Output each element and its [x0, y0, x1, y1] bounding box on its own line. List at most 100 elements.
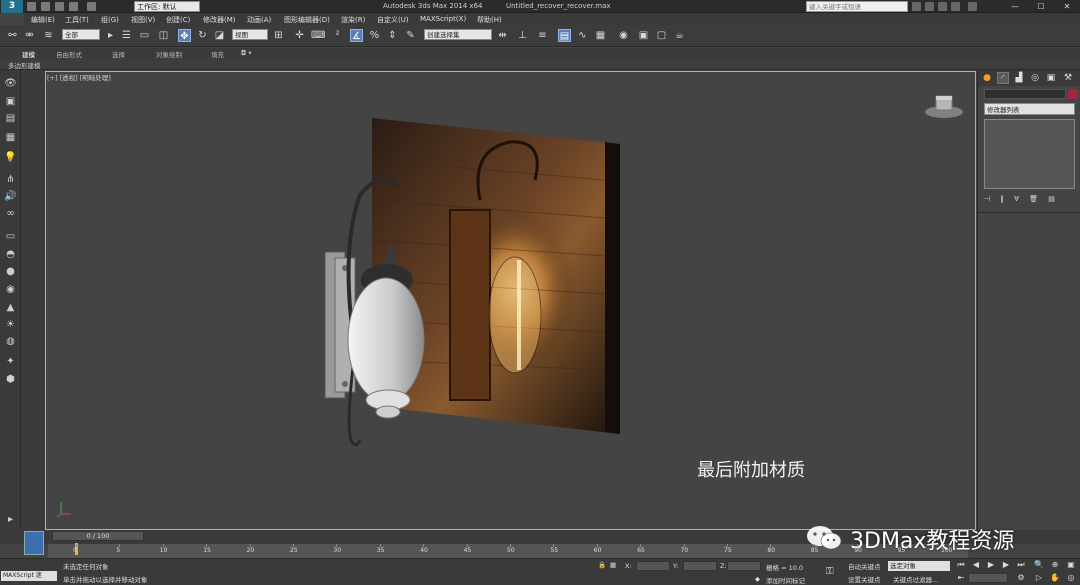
mirror-icon[interactable]: ⇹ — [496, 29, 509, 42]
named-selection-select[interactable]: 创建选择集 — [424, 29, 492, 40]
z-coord-field[interactable] — [727, 561, 761, 571]
set-key-button[interactable]: 设置关键点 — [848, 574, 881, 584]
viewcube-icon[interactable] — [924, 92, 964, 120]
help-search-input[interactable]: 键入关键字或短语 — [806, 1, 908, 12]
container-icon[interactable]: ▣ — [4, 96, 17, 107]
modifier-stack[interactable] — [984, 119, 1075, 189]
menu-create[interactable]: 创建(C) — [166, 15, 190, 25]
show-end-result-icon[interactable]: ‖ — [1000, 195, 1008, 203]
auto-key-button[interactable]: 自动关键点 — [848, 561, 881, 571]
sound-icon[interactable]: 🔊 — [4, 191, 17, 202]
modifier-list-select[interactable]: 修改器列表 — [984, 103, 1075, 115]
menu-graph-editors[interactable]: 图形编辑器(D) — [284, 15, 330, 25]
eye-icon[interactable]: 👁 — [4, 78, 17, 89]
window-crossing-icon[interactable]: ◫ — [157, 29, 170, 42]
link-icon[interactable]: ⚯ — [6, 29, 19, 42]
lock-selection-icon[interactable]: 🔒 — [598, 561, 606, 569]
select-move-icon[interactable]: ✥ — [178, 29, 191, 42]
box-icon[interactable]: ▭ — [4, 231, 17, 242]
render-setup-icon[interactable]: ▣ — [637, 29, 650, 42]
menu-animation[interactable]: 动画(A) — [247, 15, 271, 25]
key-mode-select[interactable]: 选定对象 — [888, 561, 950, 571]
menu-rendering[interactable]: 渲染(R) — [341, 15, 365, 25]
x-coord-field[interactable] — [636, 561, 670, 571]
grid-icon[interactable]: ▦ — [4, 132, 17, 143]
graphite-toggle-icon[interactable]: ▤ — [558, 29, 571, 42]
pivot-center-icon[interactable]: ⊞ — [272, 29, 285, 42]
app-logo-icon[interactable]: 3 — [1, 0, 23, 13]
sphere-icon[interactable]: ● — [4, 266, 17, 277]
hierarchy-tab-icon[interactable]: ▟ — [1013, 72, 1025, 84]
select-object-icon[interactable]: ▸ — [104, 29, 117, 42]
expand-icon[interactable]: ▸ — [4, 514, 17, 525]
minimize-button[interactable]: — — [1002, 0, 1028, 13]
eye-shape-icon[interactable]: ◉ — [4, 284, 17, 295]
pan-view-icon[interactable]: ✋ — [1050, 573, 1060, 583]
time-slider[interactable]: 0 / 100 — [52, 531, 144, 541]
selection-filter-select[interactable]: 全部 — [62, 29, 100, 40]
orbit-icon[interactable]: ◎ — [1066, 573, 1076, 583]
list-icon[interactable]: ▤ — [4, 113, 17, 124]
align-icon[interactable]: ⊥ — [516, 29, 529, 42]
open-file-icon[interactable] — [41, 2, 50, 11]
time-config-icon[interactable]: ⚙ — [1016, 573, 1026, 583]
key-filters-button[interactable]: 关键点过滤器... — [893, 574, 938, 584]
go-to-start-icon[interactable]: ⏮ — [956, 560, 966, 570]
motion-tab-icon[interactable]: ◎ — [1029, 72, 1041, 84]
configure-sets-icon[interactable]: ▤ — [1048, 195, 1059, 203]
schematic-view-icon[interactable]: ▦ — [594, 29, 607, 42]
select-scale-icon[interactable]: ◪ — [213, 29, 226, 42]
key-mode-icon[interactable]: ⇤ — [956, 573, 966, 583]
menu-help[interactable]: 帮助(H) — [477, 15, 502, 25]
zoom-all-icon[interactable]: ⊕ — [1050, 560, 1060, 570]
field-of-view-icon[interactable]: ▷ — [1034, 573, 1044, 583]
set-key-icon[interactable]: ⚿ — [826, 566, 834, 577]
display-tab-icon[interactable]: ▣ — [1045, 72, 1057, 84]
zoom-extents-icon[interactable]: ▣ — [1066, 560, 1076, 570]
undo-icon[interactable] — [69, 2, 78, 11]
create-tab-icon[interactable]: ● — [981, 72, 993, 84]
modify-tab-icon[interactable]: ◜ — [997, 72, 1009, 84]
make-unique-icon[interactable]: ∀ — [1014, 195, 1023, 203]
filter-icon[interactable]: ⋔ — [4, 174, 17, 185]
y-coord-field[interactable] — [683, 561, 717, 571]
help-icon[interactable] — [968, 2, 977, 11]
zoom-icon[interactable]: 🔍 — [1034, 560, 1044, 570]
next-frame-icon[interactable]: ▶ — [1001, 560, 1011, 570]
previous-frame-icon[interactable]: ◀ — [971, 560, 981, 570]
menu-maxscript[interactable]: MAXScript(X) — [420, 15, 466, 23]
dome-icon[interactable]: ◓ — [4, 249, 17, 260]
ribbon-options-icon[interactable]: ◘ ▾ — [241, 49, 251, 57]
menu-customize[interactable]: 自定义(U) — [377, 15, 409, 25]
edit-named-selection-icon[interactable]: ✎ — [404, 29, 417, 42]
favorites-icon[interactable] — [951, 2, 960, 11]
communication-icon[interactable] — [938, 2, 947, 11]
add-time-tag-icon[interactable]: ◆ — [755, 575, 760, 583]
pin-stack-icon[interactable]: ⊣ — [984, 195, 994, 203]
menu-tools[interactable]: 工具(T) — [65, 15, 89, 25]
sun-icon[interactable]: ☀ — [4, 319, 17, 330]
curve-editor-icon[interactable]: ∿ — [576, 29, 589, 42]
link-objects-icon[interactable]: ∞ — [4, 208, 17, 219]
select-rotate-icon[interactable]: ↻ — [196, 29, 209, 42]
menu-edit[interactable]: 编辑(E) — [31, 15, 55, 25]
maximize-button[interactable]: ☐ — [1028, 0, 1054, 13]
rendered-frame-icon[interactable]: ▢ — [655, 29, 668, 42]
close-button[interactable]: ✕ — [1054, 0, 1080, 13]
menu-views[interactable]: 视图(V) — [131, 15, 155, 25]
cone-icon[interactable]: ▲ — [4, 302, 17, 313]
current-frame-field[interactable] — [968, 573, 1008, 583]
spinner-snap-icon[interactable]: ⇕ — [386, 29, 399, 42]
unlink-icon[interactable]: ⚮ — [23, 29, 36, 42]
light-bulb-icon[interactable]: 💡 — [4, 152, 17, 163]
search-icon[interactable] — [912, 2, 921, 11]
absolute-mode-icon[interactable]: ▦ — [610, 561, 616, 569]
render-production-icon[interactable]: ☕ — [673, 29, 686, 42]
utilities-tab-icon[interactable]: ⚒ — [1062, 72, 1074, 84]
object-color-swatch[interactable] — [1068, 89, 1078, 99]
mini-curve-editor-icon[interactable] — [24, 531, 44, 555]
reference-coord-select[interactable]: 视图 — [232, 29, 268, 40]
helper-icon[interactable]: ✦ — [4, 356, 17, 367]
select-by-name-icon[interactable]: ☰ — [120, 29, 133, 42]
new-file-icon[interactable] — [27, 2, 36, 11]
